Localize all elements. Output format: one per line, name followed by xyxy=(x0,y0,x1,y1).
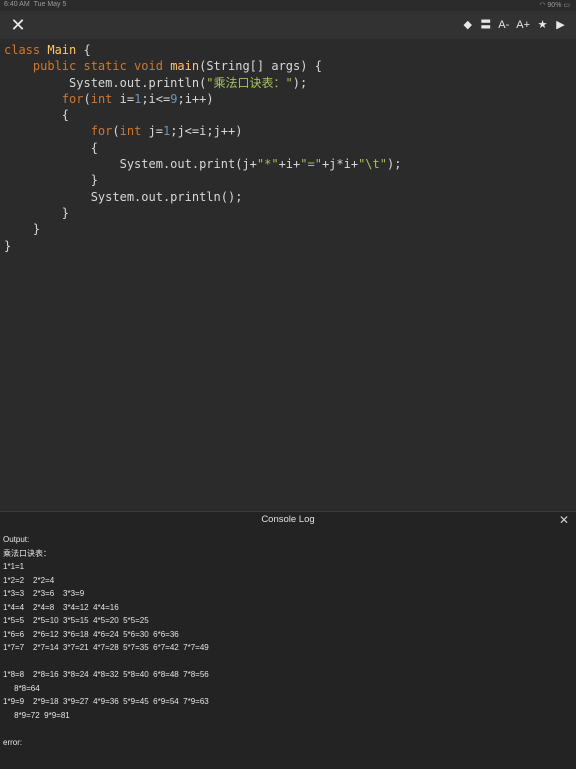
code-token: i= xyxy=(112,91,135,106)
toolbar: ✕ ◆ 〓 A- A+ ★ ▶ xyxy=(0,11,576,39)
code-token: { xyxy=(4,108,70,123)
code-editor[interactable]: class Main { public static void main(Str… xyxy=(0,40,576,510)
code-line: System.out.println(); xyxy=(4,189,401,205)
wifi-icon: ◠ xyxy=(539,2,546,9)
code-line: } xyxy=(4,205,401,221)
font-increase-button[interactable]: A+ xyxy=(516,16,530,34)
code-token: { xyxy=(76,43,91,57)
code-token: for xyxy=(90,124,113,139)
code-token: ;i++) xyxy=(177,91,214,106)
code-content[interactable]: class Main { public static void main(Str… xyxy=(4,42,401,254)
console-line: 1*2=2 2*2=4 xyxy=(3,575,55,585)
code-token: "=" xyxy=(300,157,322,172)
code-token: j= xyxy=(141,124,163,139)
code-line: System.out.println("乘法口诀表："); xyxy=(4,75,401,91)
code-token: int xyxy=(90,91,113,106)
code-token: Main xyxy=(47,43,77,57)
code-token: +i+ xyxy=(278,157,301,172)
code-token: public static void xyxy=(32,59,163,74)
console-line: Output: xyxy=(3,535,30,544)
code-line: public static void main(String[] args) { xyxy=(4,58,401,74)
code-token: ); xyxy=(292,75,308,90)
console-line: 乘法口诀表： xyxy=(3,548,51,558)
code-line: for(int j=1;j<=i;j++) xyxy=(4,123,401,139)
code-token: ;j<=i;j++) xyxy=(170,124,243,139)
code-token: (String[] args) { xyxy=(199,59,322,74)
code-token: int xyxy=(119,124,142,139)
code-line: { xyxy=(4,107,401,123)
code-token: class xyxy=(4,43,41,57)
status-time: 6:40 AM Tue May 5 xyxy=(4,1,67,8)
close-icon[interactable]: ✕ xyxy=(8,15,28,35)
code-token: ;i<= xyxy=(141,91,171,106)
code-line: for(int i=1;i<=9;i++) xyxy=(4,91,401,107)
console-line: error: xyxy=(3,737,23,747)
console-close-icon[interactable]: ✕ xyxy=(557,513,571,527)
code-token: System.out.println(); xyxy=(4,189,243,204)
console-panel: Console Log ✕ Output: 乘法口诀表： 1*1=1 1*2=2 2*… xyxy=(0,511,576,769)
status-right: ◠ 90% ▭ xyxy=(539,1,570,9)
code-line: System.out.print(j+"*"+i+"="+j*i+"\t"); xyxy=(4,156,402,172)
console-line: 1*9=9 2*9=18 3*9=27 4*9=36 5*9=45 6*9=54… xyxy=(3,697,209,706)
console-line: 1*8=8 2*8=16 3*8=24 4*8=32 5*8=40 6*8=48… xyxy=(3,670,209,679)
code-token: } xyxy=(4,173,98,188)
font-decrease-button[interactable]: A- xyxy=(498,16,509,34)
code-token: System.out.print(j+ xyxy=(4,157,257,172)
code-token: for xyxy=(61,91,84,106)
menu-icon[interactable]: 〓 xyxy=(480,16,491,34)
battery-icon: ▭ xyxy=(563,2,570,9)
code-token: ); xyxy=(386,157,402,172)
code-token: main xyxy=(170,59,200,74)
console-line: 1*3=3 2*3=6 3*3=9 xyxy=(3,589,85,598)
code-line: } xyxy=(4,221,401,237)
console-title: Console Log xyxy=(261,514,315,525)
console-line: 1*4=4 2*4=8 3*4=12 4*4=16 xyxy=(3,602,119,612)
code-token: "\t" xyxy=(358,157,387,172)
star-icon[interactable]: ★ xyxy=(537,16,548,34)
console-line: 1*5=5 2*5=10 3*5=15 4*5=20 5*5=25 xyxy=(3,616,149,625)
console-line: 8*9=72 9*9=81 xyxy=(3,710,70,720)
code-line: } xyxy=(4,238,401,254)
diamond-icon[interactable]: ◆ xyxy=(462,16,473,34)
code-token: ( xyxy=(83,91,91,106)
code-token: } xyxy=(4,205,70,220)
code-token: System.out.println( xyxy=(4,75,207,90)
code-line: } xyxy=(4,172,401,188)
code-token: "乘法口诀表：" xyxy=(206,75,293,90)
code-token: "*" xyxy=(256,157,279,172)
toolbar-tools: ◆ 〓 A- A+ ★ ▶ xyxy=(462,16,566,34)
code-token: ( xyxy=(112,124,120,139)
console-output: Output: 乘法口诀表： 1*1=1 1*2=2 2*2=4 1*3=3 2*3=6… xyxy=(3,533,209,749)
code-line: class Main { xyxy=(4,42,401,58)
code-token: +j*i+ xyxy=(321,157,359,172)
console-line: 1*6=6 2*6=12 3*6=18 4*6=24 5*6=30 6*6=36 xyxy=(3,629,179,639)
console-line: 8*8=64 xyxy=(3,683,40,693)
console-line: 1*7=7 2*7=14 3*7=21 4*7=28 5*7=35 6*7=42… xyxy=(3,643,209,652)
code-token: } xyxy=(4,222,41,237)
run-icon[interactable]: ▶ xyxy=(555,16,566,34)
console-line: 1*1=1 xyxy=(3,562,25,571)
battery-text: 90% xyxy=(547,2,562,9)
code-token: } xyxy=(4,238,12,253)
code-line: { xyxy=(4,140,401,156)
code-token: { xyxy=(4,140,98,155)
status-bar: 6:40 AM Tue May 5 ◠ 90% ▭ xyxy=(0,0,576,11)
